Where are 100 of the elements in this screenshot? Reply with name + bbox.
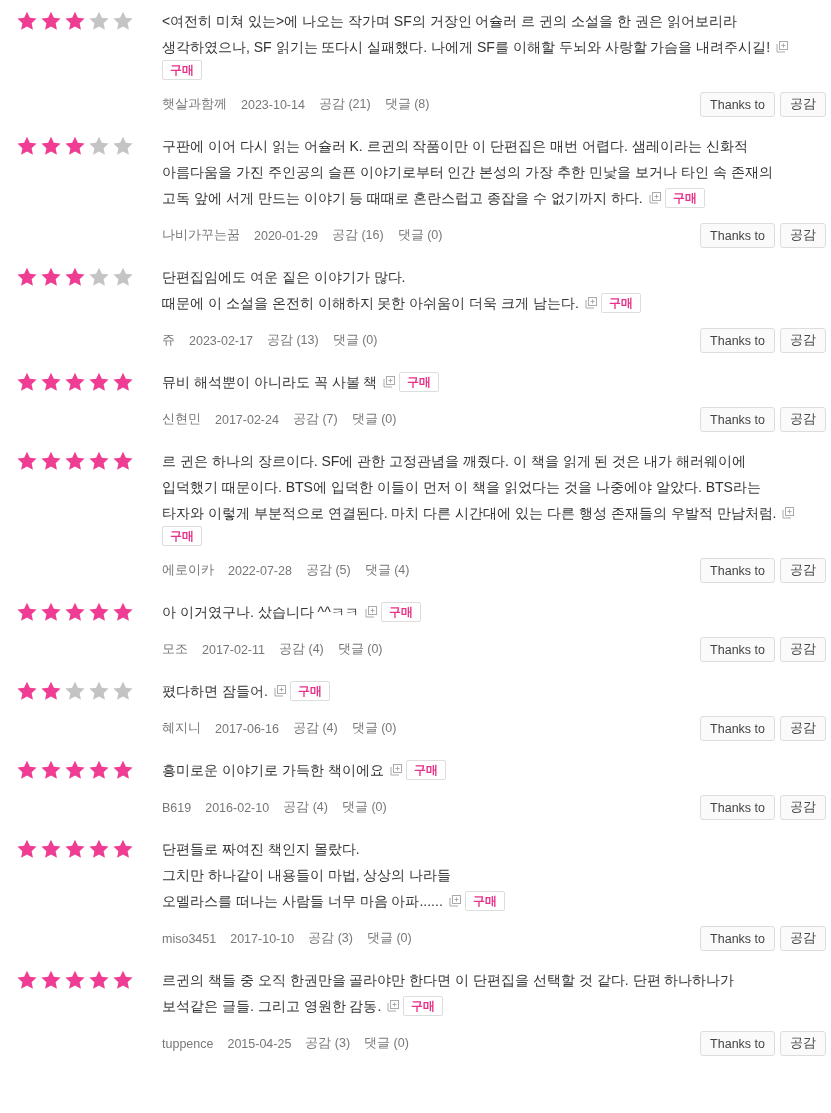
purchase-badge: 구매 bbox=[162, 526, 202, 546]
review-date: 2016-02-10 bbox=[205, 800, 270, 815]
review-text: 그치만 하나같이 내용들이 마법, 상상의 나라들 bbox=[162, 866, 453, 885]
comment-count[interactable]: 댓글 (0) bbox=[332, 332, 378, 349]
like-count: 공감 (7) bbox=[292, 411, 338, 428]
author-name[interactable]: 햇살과함께 bbox=[162, 96, 227, 113]
thanks-button[interactable]: Thanks to bbox=[700, 223, 775, 248]
star-icon bbox=[40, 450, 62, 472]
comment-count[interactable]: 댓글 (0) bbox=[351, 411, 397, 428]
star-icon bbox=[16, 450, 38, 472]
star-icon bbox=[112, 450, 134, 472]
purchase-badge: 구매 bbox=[664, 188, 705, 208]
add-icon[interactable] bbox=[448, 895, 461, 907]
star-icon bbox=[16, 371, 38, 393]
comment-count[interactable]: 댓글 (0) bbox=[366, 930, 412, 947]
author-name[interactable]: 혜지니 bbox=[162, 720, 201, 737]
star-icon bbox=[16, 838, 38, 860]
star-icon bbox=[40, 266, 62, 288]
review-date: 2023-10-14 bbox=[241, 97, 305, 112]
like-button[interactable]: 공감 bbox=[780, 1031, 826, 1056]
add-icon[interactable] bbox=[364, 606, 377, 618]
like-button[interactable]: 공감 bbox=[780, 407, 826, 432]
add-icon[interactable] bbox=[648, 192, 661, 204]
comment-count[interactable]: 댓글 (0) bbox=[337, 641, 383, 658]
comment-count[interactable]: 댓글 (8) bbox=[384, 96, 430, 113]
author-name[interactable]: miso3451 bbox=[162, 931, 217, 946]
author-name[interactable]: 신현민 bbox=[162, 411, 201, 428]
star-icon bbox=[88, 450, 110, 472]
review-text: 아름다움을 가진 주인공의 슬픈 이야기로부터 인간 본성의 가장 추한 민낯을 보거나 타인 속 존재의 bbox=[162, 163, 774, 182]
add-icon[interactable] bbox=[389, 764, 402, 776]
author-name[interactable]: 에로이카 bbox=[162, 562, 214, 579]
review-text: 고독 앞에 서게 만드는 이야기 등 때때로 혼란스럽고 종잡을 수 없기까지 하다. bbox=[162, 189, 643, 208]
thanks-button[interactable]: Thanks to bbox=[700, 407, 775, 432]
thanks-button[interactable]: Thanks to bbox=[700, 558, 775, 583]
like-button[interactable]: 공감 bbox=[780, 926, 826, 951]
star-icon bbox=[112, 759, 134, 781]
purchase-badge: 구매 bbox=[162, 60, 202, 80]
author-name[interactable]: 모조 bbox=[162, 641, 188, 658]
star-icon bbox=[64, 838, 86, 860]
like-button[interactable]: 공감 bbox=[780, 92, 826, 117]
star-icon bbox=[88, 135, 110, 157]
comment-count[interactable]: 댓글 (0) bbox=[364, 1035, 409, 1052]
purchase-badge: 구매 bbox=[380, 602, 421, 622]
like-button[interactable]: 공감 bbox=[780, 637, 826, 662]
like-count: 공감 (3) bbox=[308, 930, 353, 947]
like-count: 공감 (4) bbox=[279, 641, 324, 658]
comment-count[interactable]: 댓글 (0) bbox=[351, 720, 397, 737]
comment-count[interactable]: 댓글 (4) bbox=[364, 562, 410, 579]
review-date: 2022-07-28 bbox=[228, 563, 292, 578]
like-button[interactable]: 공감 bbox=[780, 223, 826, 248]
thanks-button[interactable]: Thanks to bbox=[700, 1031, 775, 1056]
author-name[interactable]: B619 bbox=[162, 800, 192, 815]
review-text: 타자와 이렇게 부분적으로 연결된다. 마치 다른 시간대에 있는 다른 행성 존재들의 우발적 만남처럼. bbox=[162, 504, 777, 523]
add-icon[interactable] bbox=[383, 376, 396, 388]
review-text: 폈다하면 잠들어. bbox=[162, 682, 268, 701]
like-count: 공감 (3) bbox=[305, 1035, 351, 1052]
like-count: 공감 (13) bbox=[266, 332, 319, 349]
star-icon bbox=[16, 759, 38, 781]
review-text: 생각하였으나, SF 읽기는 또다시 실패했다. 나에게 SF를 이해할 두뇌와 사랑할 가슴을 내려주시길! bbox=[162, 38, 771, 57]
like-button[interactable]: 공감 bbox=[780, 558, 826, 583]
thanks-button[interactable]: Thanks to bbox=[700, 328, 775, 353]
review-text: 단편집임에도 여운 짙은 이야기가 많다. bbox=[162, 268, 407, 287]
add-icon[interactable] bbox=[782, 507, 795, 519]
purchase-badge: 구매 bbox=[600, 293, 641, 313]
comment-count[interactable]: 댓글 (0) bbox=[341, 799, 387, 816]
add-icon[interactable] bbox=[584, 297, 597, 309]
star-icon bbox=[64, 266, 86, 288]
comment-count[interactable]: 댓글 (0) bbox=[397, 227, 443, 244]
author-name[interactable]: tuppence bbox=[162, 1036, 214, 1051]
add-icon[interactable] bbox=[776, 41, 789, 53]
like-button[interactable]: 공감 bbox=[780, 328, 826, 353]
star-icon bbox=[112, 10, 134, 32]
author-name[interactable]: 쥬 bbox=[162, 332, 175, 349]
thanks-button[interactable]: Thanks to bbox=[700, 92, 775, 117]
star-icon bbox=[112, 680, 134, 702]
star-icon bbox=[88, 10, 110, 32]
review-text: 구판에 이어 다시 읽는 어슐러 K. 르귄의 작품이만 이 단편집은 매번 어렵다. 샘레이라는 신화적 bbox=[162, 137, 749, 156]
like-count: 공감 (5) bbox=[305, 562, 351, 579]
review-date: 2015-04-25 bbox=[227, 1036, 292, 1051]
review-text: 아 이거였구나. 샀습니다 ^^ㅋㅋ bbox=[162, 603, 359, 622]
star-icon bbox=[16, 969, 38, 991]
review-text: 때문에 이 소설을 온전히 이해하지 못한 아쉬움이 더욱 크게 남는다. bbox=[162, 294, 579, 313]
star-icon bbox=[16, 135, 38, 157]
thanks-button[interactable]: Thanks to bbox=[700, 637, 775, 662]
star-icon bbox=[112, 969, 134, 991]
star-icon bbox=[112, 838, 134, 860]
purchase-badge: 구매 bbox=[289, 681, 330, 701]
thanks-button[interactable]: Thanks to bbox=[700, 926, 775, 951]
thanks-button[interactable]: Thanks to bbox=[700, 716, 775, 741]
review-text: <여전히 미쳐 있는>에 나오는 작가며 SF의 거장인 어슐러 르 귄의 소설을 한 권은 읽어보리라 bbox=[162, 12, 738, 31]
star-icon bbox=[88, 266, 110, 288]
star-icon bbox=[40, 969, 62, 991]
add-icon[interactable] bbox=[387, 1000, 400, 1012]
author-name[interactable]: 나비가꾸는꿈 bbox=[162, 227, 240, 244]
thanks-button[interactable]: Thanks to bbox=[700, 795, 775, 820]
add-icon[interactable] bbox=[273, 685, 286, 697]
star-icon bbox=[112, 371, 134, 393]
like-button[interactable]: 공감 bbox=[780, 716, 826, 741]
like-button[interactable]: 공감 bbox=[780, 795, 826, 820]
star-icon bbox=[64, 371, 86, 393]
